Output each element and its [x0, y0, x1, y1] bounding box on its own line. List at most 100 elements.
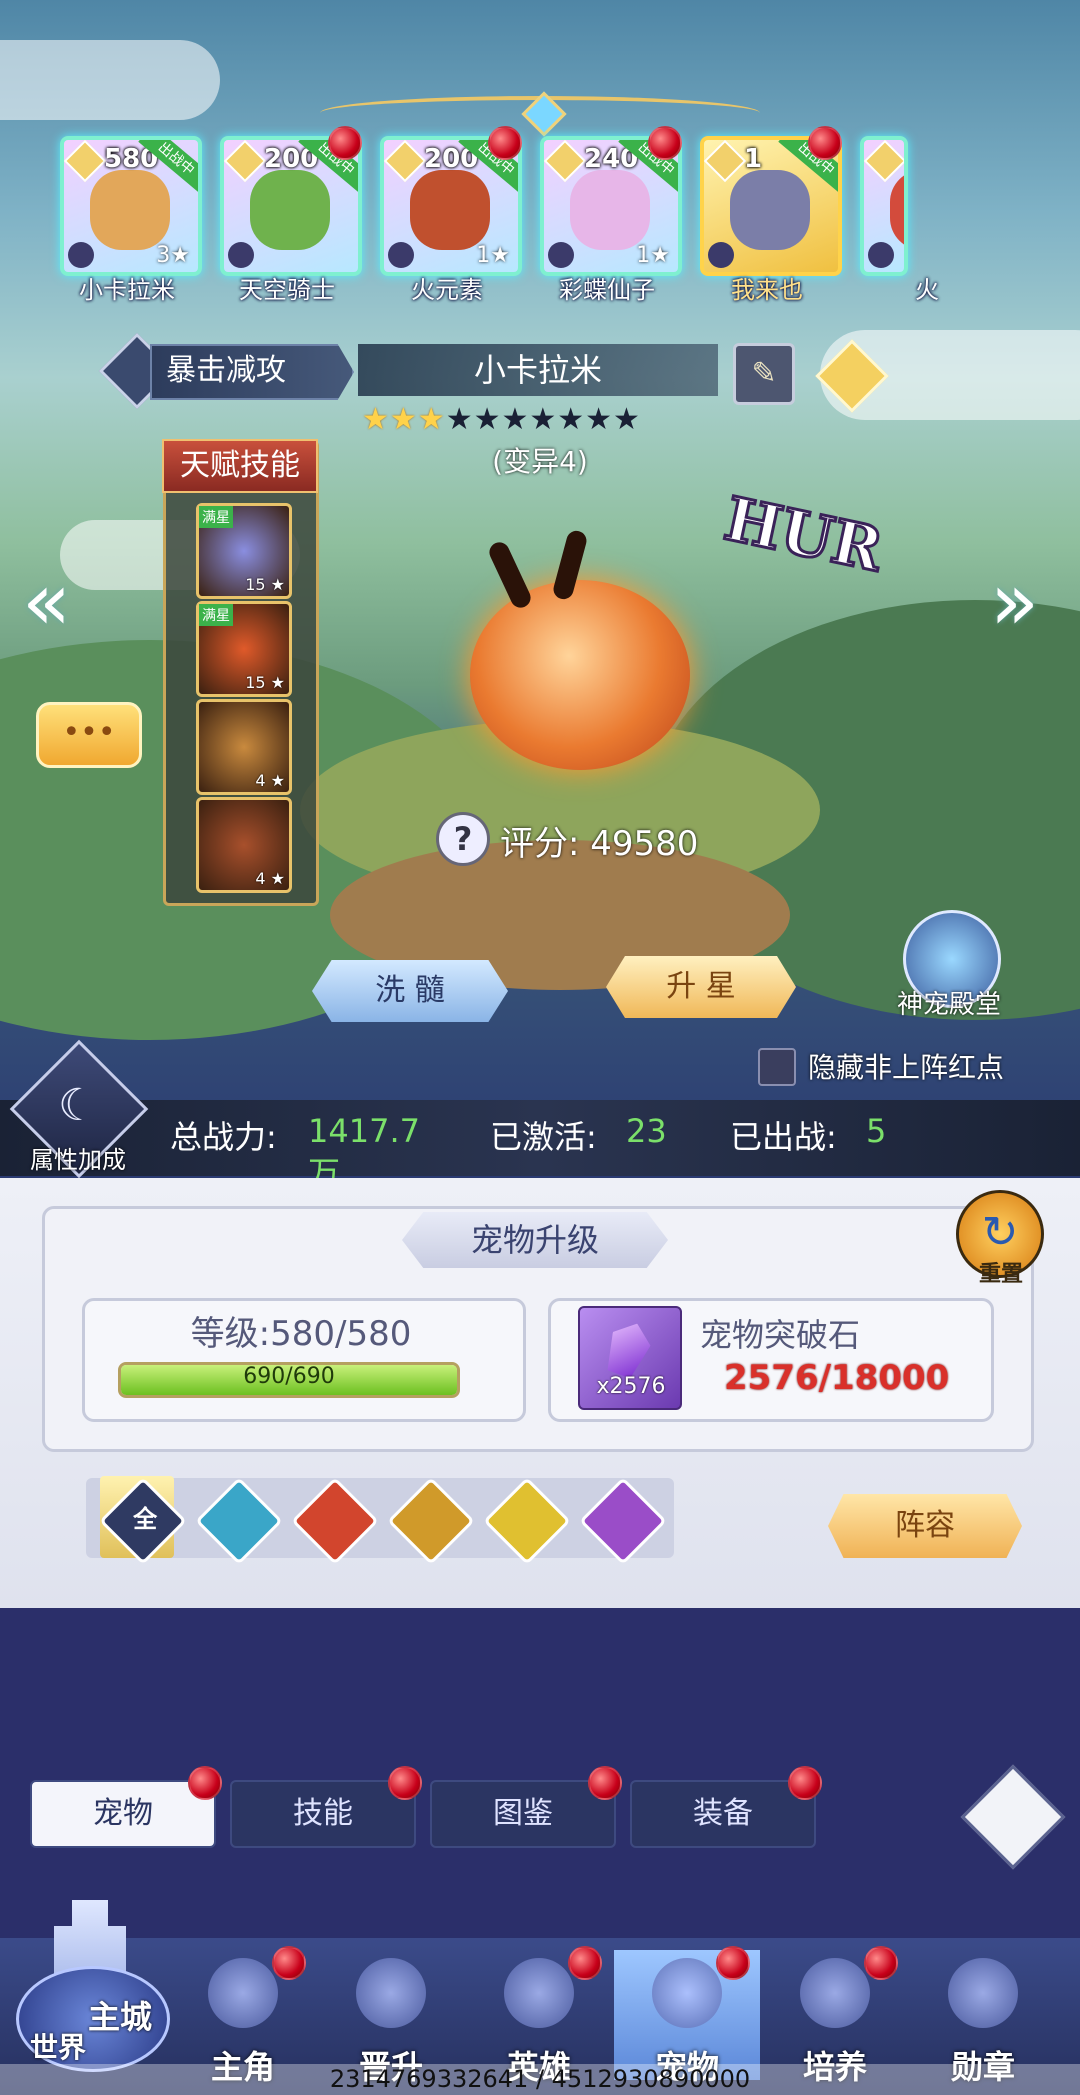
next-arrow-icon[interactable]: » [990, 555, 1039, 648]
nav-medals[interactable]: 勋章 [910, 1950, 1056, 2086]
pet-card[interactable] [860, 136, 908, 276]
exp-text: 690/690 [243, 1364, 335, 1389]
red-dot-badge [808, 126, 842, 160]
pet-name[interactable]: 小卡拉米 [52, 270, 202, 305]
class-icon [868, 242, 894, 268]
tab-codex[interactable]: 图鉴 [430, 1780, 616, 1848]
red-dot-badge [328, 126, 362, 160]
maxed-badge: 满星 [199, 506, 233, 528]
red-dot-badge [188, 1766, 222, 1800]
talent-title: 天赋技能 [162, 439, 318, 493]
nav-icon [652, 1958, 722, 2028]
red-dot-badge [588, 1766, 622, 1800]
class-icon [548, 242, 574, 268]
world-city-button[interactable]: 世界 主城 [10, 1900, 170, 2080]
red-dot-badge [488, 126, 522, 160]
skill-level: 15 ★ [245, 575, 285, 594]
deployed-value: 5 [866, 1112, 887, 1150]
wash-button[interactable]: 洗 髓 [312, 960, 508, 1022]
nav-icon [356, 1958, 426, 2028]
class-icon [388, 242, 414, 268]
skill-type-label: 暴击减攻 [150, 344, 354, 400]
element-icon [224, 140, 267, 183]
element-icon [384, 140, 427, 183]
red-dot-badge [568, 1946, 602, 1980]
item-name: 宠物突破石 [700, 1316, 861, 1354]
class-icon [68, 242, 94, 268]
chat-bubble-button[interactable]: ••• [36, 702, 142, 768]
pet-level: 1 [744, 144, 763, 174]
pet-portrait [570, 170, 650, 250]
element-icon [864, 140, 904, 183]
pet-figure [430, 520, 730, 800]
menu-diamond-icon[interactable] [960, 1764, 1066, 1870]
level-label: 等级: [190, 1314, 271, 1354]
power-value: 1417.7 [308, 1112, 420, 1150]
upgrade-title-plate: 宠物升级 [402, 1212, 668, 1268]
talent-skill-icon[interactable]: 4 ★ [196, 699, 292, 795]
maxed-badge: 满星 [199, 604, 233, 626]
level-text: 等级:580/580 [82, 1306, 520, 1355]
nav-icon [948, 1958, 1018, 2028]
attr-bonus-label[interactable]: 属性加成 [20, 1140, 136, 1175]
pet-portrait [730, 170, 810, 250]
hide-reddot-checkbox[interactable] [758, 1048, 796, 1086]
world-label: 世界 [30, 2031, 87, 2064]
active-value: 23 [626, 1112, 667, 1150]
pet-portrait [410, 170, 490, 250]
pet-card[interactable]: 580 出战中 3★ [60, 136, 202, 276]
city-label: 主城 [88, 1998, 153, 2036]
nav-icon [800, 1958, 870, 2028]
reset-label[interactable]: 重置 [966, 1256, 1036, 1288]
footer-numbers: 2314769332641 / 4512930890000 [0, 2064, 1080, 2095]
element-icon [704, 140, 747, 183]
pet-portrait [250, 170, 330, 250]
tab-skills[interactable]: 技能 [230, 1780, 416, 1848]
pet-name[interactable]: 火 [852, 270, 1002, 305]
pet-name[interactable]: 火元素 [372, 270, 522, 305]
pet-name[interactable]: 彩蝶仙子 [532, 270, 682, 305]
help-icon[interactable]: ? [436, 812, 490, 866]
deployed-label: 已出战: [730, 1118, 837, 1156]
previous-arrow-icon[interactable]: « [22, 555, 71, 648]
rename-quill-button[interactable]: ✎ [733, 343, 795, 405]
upgrade-title: 宠物升级 [470, 1221, 599, 1259]
item-progress: 2576/18000 [724, 1358, 950, 1398]
talent-skill-icon[interactable]: 4 ★ [196, 797, 292, 893]
nav-promote[interactable]: 晋升 [318, 1950, 464, 2086]
tab-pets[interactable]: 宠物 [30, 1780, 216, 1848]
red-dot-badge [716, 1946, 750, 1980]
power-label: 总战力: [170, 1118, 277, 1156]
skill-level: 15 ★ [245, 673, 285, 692]
element-icon [64, 140, 107, 183]
level-value: 580/580 [270, 1314, 412, 1354]
lineup-button[interactable]: 阵容 [828, 1494, 1022, 1558]
pet-portrait [890, 170, 904, 250]
nav-icon [504, 1958, 574, 2028]
active-label: 已激活: [490, 1118, 597, 1156]
red-dot-badge [272, 1946, 306, 1980]
tab-equipment[interactable]: 装备 [630, 1780, 816, 1848]
element-icon [544, 140, 587, 183]
class-icon [228, 242, 254, 268]
pet-name[interactable]: 天空骑士 [212, 270, 362, 305]
red-dot-badge [648, 126, 682, 160]
star-rating: ★★★★★★★★★★ [362, 402, 641, 437]
pet-portrait [90, 170, 170, 250]
score-label: 评分: [500, 824, 580, 864]
item-count: x2576 [596, 1374, 666, 1399]
pet-roster: 580 出战中 3★ 小卡拉米 200 出战中 天空骑士 200 出战中 1★ 火元素 240 出战中 1… [60, 120, 1000, 310]
mutation-label: (变异4) [492, 445, 588, 478]
talent-skill-icon[interactable]: 满星 15 ★ [196, 503, 292, 599]
nav-icon [208, 1958, 278, 2028]
red-dot-badge [864, 1946, 898, 1980]
red-dot-badge [388, 1766, 422, 1800]
talent-skill-icon[interactable]: 满星 15 ★ [196, 601, 292, 697]
temple-label[interactable]: 神宠殿堂 [884, 984, 1014, 1021]
hide-reddot-label: 隐藏非上阵红点 [808, 1051, 1005, 1084]
skill-level: 4 ★ [255, 869, 285, 888]
pet-stars: 3★ [156, 243, 190, 268]
star-up-button[interactable]: 升 星 [606, 956, 796, 1018]
pet-name[interactable]: 我来也 [692, 270, 842, 305]
moon-icon: ☾ [58, 1080, 98, 1131]
